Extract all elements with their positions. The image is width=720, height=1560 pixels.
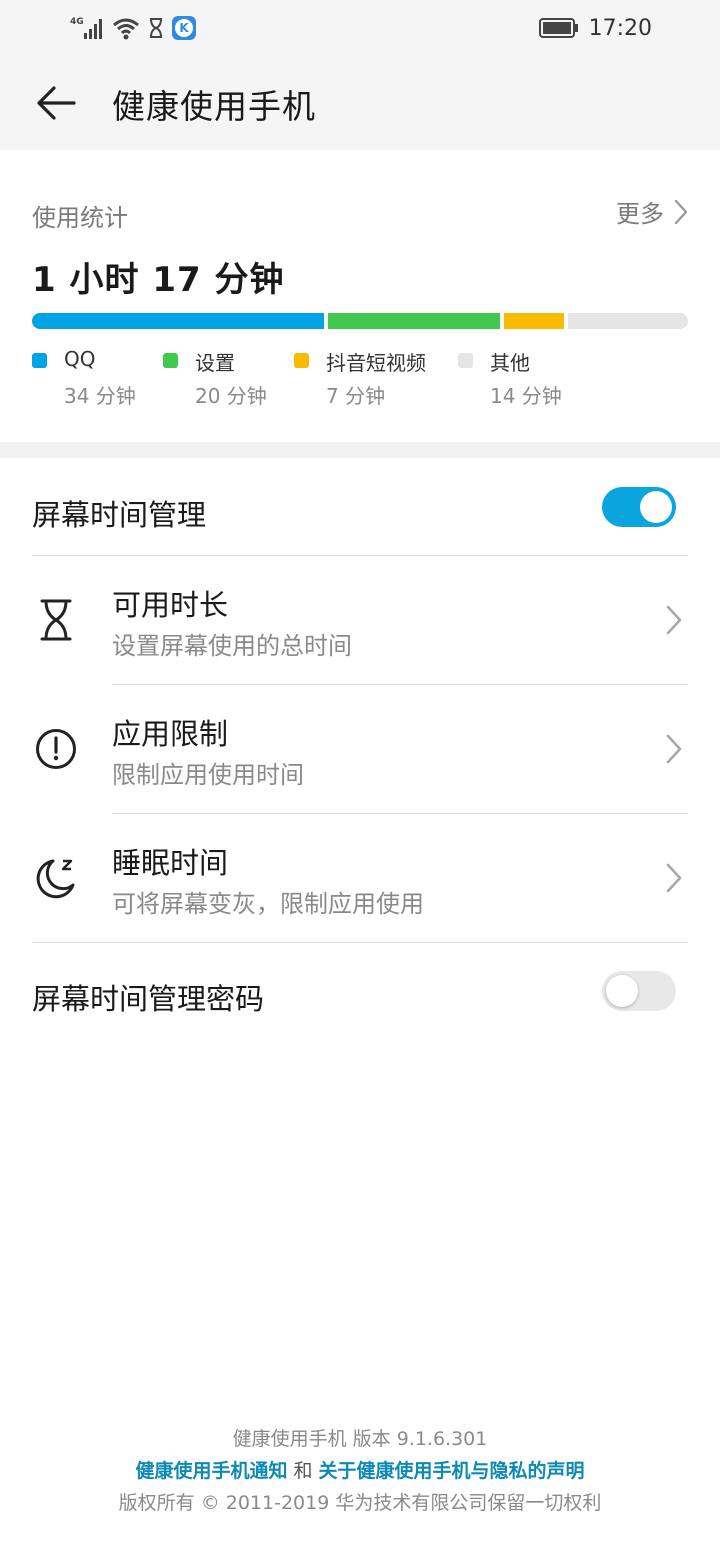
legend-dot: [294, 353, 309, 368]
legend-dot: [458, 353, 473, 368]
privacy-link[interactable]: 关于健康使用手机与隐私的声明: [319, 1460, 585, 1482]
divider: [32, 942, 688, 943]
version-text: 健康使用手机 版本 9.1.6.301: [232, 1428, 488, 1450]
footer-links: 健康使用手机通知 和 关于健康使用手机与隐私的声明: [0, 1456, 720, 1483]
password-toggle[interactable]: [602, 971, 676, 1011]
legend-time: 34 分钟: [64, 384, 136, 408]
chevron-right-icon: [666, 734, 682, 764]
chevron-right-icon: [666, 605, 682, 635]
more-label: 更多: [616, 200, 664, 228]
screen-time-toggle[interactable]: [602, 487, 676, 527]
usage-bar-segment-settings: [327, 313, 500, 329]
copyright-text: 版权所有 © 2011-2019 华为技术有限公司保留一切权利: [118, 1492, 602, 1514]
status-bar: 4G K 17:20: [0, 0, 720, 56]
clock: 17:20: [588, 15, 652, 41]
menu-item-title: 可用时长: [112, 588, 229, 622]
usage-bar-segment-other: [567, 313, 688, 329]
battery-icon: [538, 18, 578, 38]
menu-item-subtitle: 可将屏幕变灰，限制应用使用: [112, 890, 424, 918]
app-badge-icon: K: [172, 16, 196, 40]
and-text: 和: [287, 1460, 319, 1482]
legend-dot: [32, 353, 47, 368]
usage-bar-segment-qq: [32, 313, 324, 329]
status-icons-right: 17:20: [538, 14, 652, 42]
screen-time-label: 屏幕时间管理: [32, 498, 207, 532]
legend-name: 抖音短视频: [326, 351, 426, 375]
menu-item-sleep-time[interactable]: 睡眠时间 可将屏幕变灰，限制应用使用: [0, 814, 720, 942]
hourglass-icon: [32, 596, 80, 644]
svg-text:4G: 4G: [70, 17, 84, 27]
usage-stats-label: 使用统计: [32, 204, 128, 232]
menu-item-available-time[interactable]: 可用时长 设置屏幕使用的总时间: [0, 556, 720, 684]
menu-item-app-limits[interactable]: 应用限制 限制应用使用时间: [0, 685, 720, 813]
signal-icon: 4G: [70, 17, 102, 39]
legend-time: 20 分钟: [195, 384, 267, 408]
password-row: 屏幕时间管理密码: [0, 944, 720, 1040]
app-badge-letter: K: [175, 19, 193, 37]
legend-dot: [163, 353, 178, 368]
app-bar: 健康使用手机: [0, 56, 720, 150]
more-button[interactable]: 更多: [616, 194, 688, 229]
legend-name: QQ: [64, 347, 96, 371]
moon-sleep-icon: [32, 854, 80, 902]
wifi-icon: [113, 18, 139, 40]
menu-item-title: 睡眠时间: [112, 846, 229, 880]
total-usage-time: 1 小时 17 分钟: [32, 260, 285, 300]
status-icons-left: 4G K: [70, 14, 196, 42]
toggle-knob: [606, 975, 638, 1007]
legend-name: 设置: [195, 351, 235, 375]
menu-item-title: 应用限制: [112, 717, 229, 751]
chevron-right-icon: [666, 863, 682, 893]
alert-circle-icon: [32, 725, 80, 773]
menu-item-subtitle: 设置屏幕使用的总时间: [112, 632, 352, 660]
notice-link[interactable]: 健康使用手机通知: [135, 1460, 287, 1482]
usage-stats-card: 使用统计 更多 1 小时 17 分钟 QQ 34 分钟 设置 20 分钟 抖音短…: [0, 150, 720, 442]
chevron-right-icon: [674, 199, 688, 224]
page-title: 健康使用手机: [112, 87, 316, 126]
usage-bar-segment-douyin: [503, 313, 564, 329]
usage-bar: [32, 313, 688, 329]
legend-name: 其他: [490, 351, 530, 375]
section-divider: [0, 442, 720, 458]
legend-time: 7 分钟: [326, 384, 386, 408]
back-button[interactable]: [26, 76, 86, 130]
legend-time: 14 分钟: [490, 384, 562, 408]
password-label: 屏幕时间管理密码: [32, 982, 265, 1016]
hourglass-status-icon: [150, 18, 162, 38]
toggle-knob: [640, 491, 672, 523]
arrow-left-icon: [37, 86, 76, 120]
menu-item-subtitle: 限制应用使用时间: [112, 761, 304, 789]
screen-time-row: 屏幕时间管理: [0, 460, 720, 556]
